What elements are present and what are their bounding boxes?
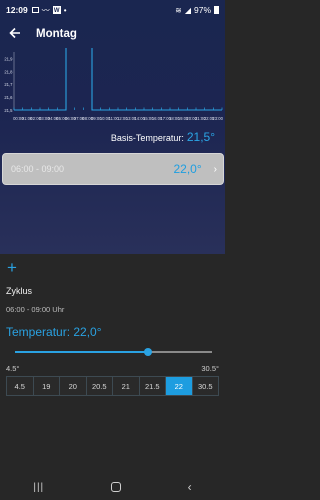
y-tick-label: 21,6 xyxy=(4,95,13,100)
chevron-right-icon: › xyxy=(213,163,217,175)
slider-fill xyxy=(15,351,148,353)
back-arrow-icon[interactable] xyxy=(0,26,30,42)
preset-4-5[interactable]: 4.5 xyxy=(7,377,34,395)
wave-icon: 〰 xyxy=(41,5,50,15)
base-temperature: Basis-Temperatur: 21,5° xyxy=(111,130,215,144)
image-icon xyxy=(31,7,39,13)
y-tick-label: 21,7 xyxy=(4,82,13,87)
y-tick-label: 21,8 xyxy=(4,69,13,74)
x-tick-label: 23:00 xyxy=(212,116,223,121)
nav-back-icon[interactable]: ‹ xyxy=(188,480,192,494)
temperature-label: Temperatur: 22,0° xyxy=(6,325,102,339)
preset-20-5[interactable]: 20.5 xyxy=(86,377,113,395)
status-bar: 12:09 〰 W • ≋ ◢ 97% xyxy=(0,0,225,20)
page-title: Montag xyxy=(36,28,77,40)
add-icon[interactable]: + xyxy=(7,259,17,277)
cycle-time-range[interactable]: 06:00 - 09:00 Uhr xyxy=(6,305,64,314)
slider-thumb[interactable] xyxy=(143,348,152,356)
y-tick-label: 21,5 xyxy=(4,108,13,113)
system-nav-bar: ||| ‹ xyxy=(0,474,225,500)
preset-21-5[interactable]: 21.5 xyxy=(139,377,166,395)
preset-30-5[interactable]: 30.5 xyxy=(192,377,218,395)
preset-21[interactable]: 21 xyxy=(113,377,140,395)
temperature-presets: 4.5 19 20 20.5 21 21.5 22 30.5 xyxy=(6,376,219,396)
base-temperature-label: Basis-Temperatur: xyxy=(110,133,184,143)
series-line xyxy=(14,48,222,111)
preset-19[interactable]: 19 xyxy=(33,377,60,395)
y-tick-label: 21,9 xyxy=(4,56,13,61)
temperature-slider[interactable] xyxy=(15,348,212,356)
time-slot-item[interactable]: 06:00 - 09:00 22,0° › xyxy=(2,153,224,185)
time-slot-range: 06:00 - 09:00 xyxy=(11,164,65,174)
slider-max-label: 30.5° xyxy=(201,364,219,373)
slider-min-label: 4.5° xyxy=(6,364,20,373)
time-slot-temperature: 22,0° xyxy=(173,162,202,176)
wifi-icon: ≋ xyxy=(175,5,182,15)
preset-22[interactable]: 22 xyxy=(166,377,193,395)
home-icon[interactable] xyxy=(110,482,121,492)
status-time: 12:09 xyxy=(6,5,28,15)
battery-icon xyxy=(214,6,219,14)
preset-20[interactable]: 20 xyxy=(60,377,87,395)
dot-icon: • xyxy=(63,5,67,15)
battery-text: 97% xyxy=(193,5,211,15)
cycle-label: Zyklus xyxy=(6,286,33,296)
notification-icons: 〰 W • xyxy=(31,5,67,16)
recent-apps-icon[interactable]: ||| xyxy=(33,482,44,493)
w-app-icon: W xyxy=(52,6,61,14)
temperature-chart: 21,521,621,721,821,900:0001:0002:0003:00… xyxy=(4,48,224,121)
base-temperature-value: 21,5° xyxy=(186,130,215,144)
signal-icon: ◢ xyxy=(184,5,191,15)
app-bar: Montag xyxy=(0,22,225,46)
